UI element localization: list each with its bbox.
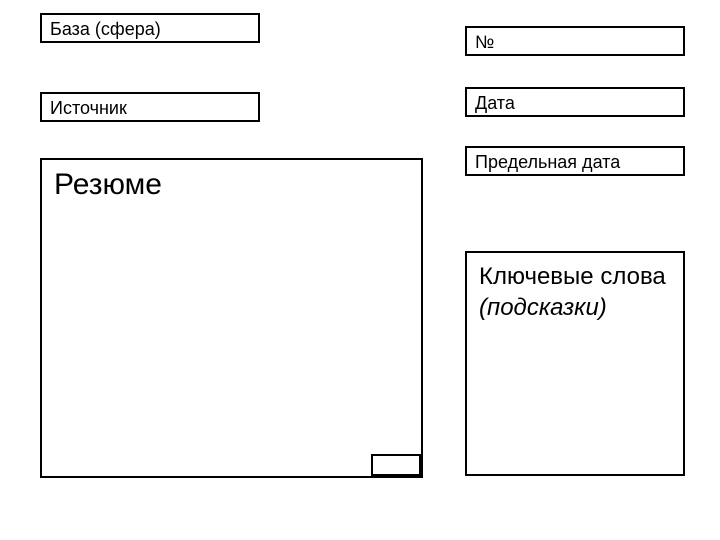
small-indicator-box — [371, 454, 421, 476]
deadline-field[interactable]: Предельная дата — [465, 146, 685, 176]
number-label: № — [467, 28, 683, 57]
summary-field[interactable]: Резюме — [40, 158, 423, 478]
keywords-hint-text: (подсказки) — [479, 294, 607, 321]
source-field[interactable]: Источник — [40, 92, 260, 122]
date-field[interactable]: Дата — [465, 87, 685, 117]
keywords-field[interactable]: Ключевые слова (подсказки) — [465, 251, 685, 476]
number-field[interactable]: № — [465, 26, 685, 56]
date-label: Дата — [467, 89, 683, 118]
base-label: База (сфера) — [42, 15, 258, 44]
keywords-main-text: Ключевые слова — [479, 263, 666, 290]
keywords-label: Ключевые слова (подсказки) — [467, 253, 683, 331]
base-field[interactable]: База (сфера) — [40, 13, 260, 43]
summary-label: Резюме — [42, 160, 421, 210]
source-label: Источник — [42, 94, 258, 123]
deadline-label: Предельная дата — [467, 148, 683, 177]
